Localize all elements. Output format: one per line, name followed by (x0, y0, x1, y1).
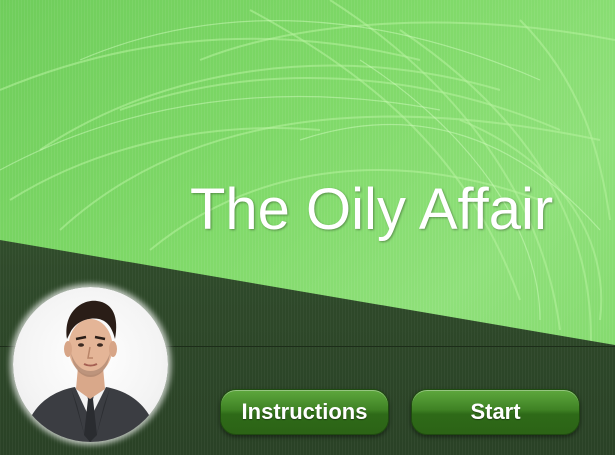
game-title: The Oily Affair (190, 177, 554, 242)
start-button[interactable]: Start (411, 389, 580, 435)
businessman-portrait-icon (23, 300, 158, 442)
instructions-button[interactable]: Instructions (220, 389, 389, 435)
avatar (13, 287, 168, 442)
title-screen: The Oily Affair Instructions Start (0, 0, 615, 455)
